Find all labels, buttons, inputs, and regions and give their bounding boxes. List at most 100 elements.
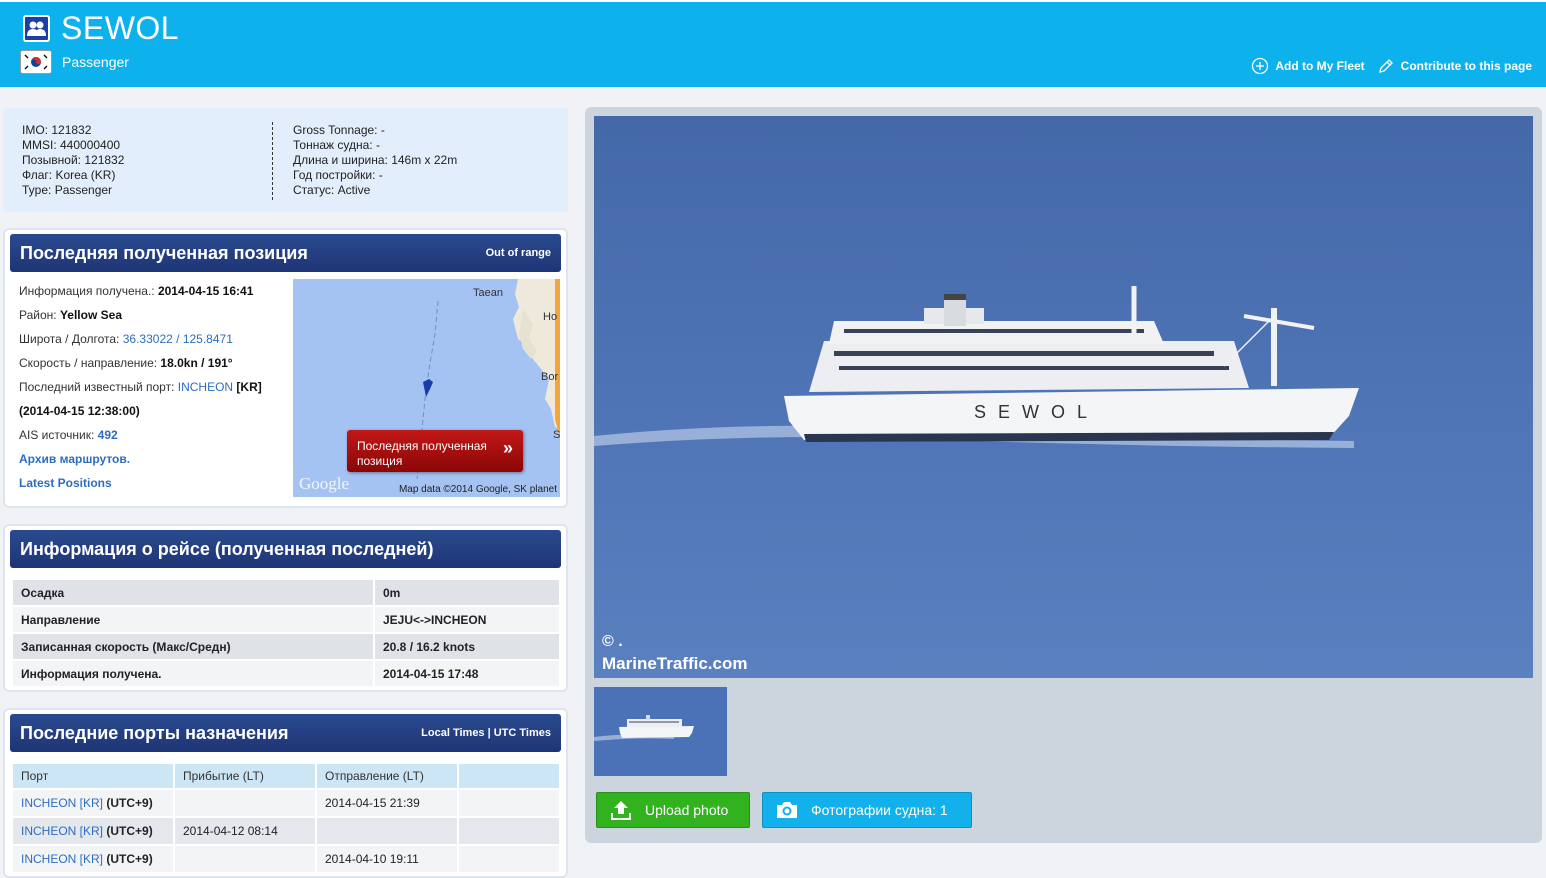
port-cell: INCHEON [KR] (UTC+9) xyxy=(13,790,173,816)
latlon-separator: / xyxy=(172,332,183,346)
speed-row: Скорость / направление: 18.0kn / 191° xyxy=(19,355,262,379)
port-link[interactable]: INCHEON [KR] xyxy=(21,852,103,866)
plus-circle-icon xyxy=(1252,57,1269,75)
voyage-value: 20.8 / 16.2 knots xyxy=(375,634,559,659)
position-map[interactable]: Taean Ho Bor S Последняя полученная пози… xyxy=(293,279,560,497)
row-value: 18.0kn / 191° xyxy=(160,356,233,370)
column-header-arrival: Прибытие (LT) xyxy=(175,764,315,788)
latlon-row: Широта / Долгота: 36.33022 / 125.8471 xyxy=(19,331,262,355)
received-row: Информация получена.: 2014-04-15 16:41 xyxy=(19,283,262,307)
port-link[interactable]: INCHEON [KR] xyxy=(21,796,103,810)
dimensions-row: Длина и ширина: 146m x 22m xyxy=(293,153,457,168)
vessel-photos-label: Фотографии судна: 1 xyxy=(811,802,948,818)
table-row: INCHEON [KR] (UTC+9) 2014-04-12 08:14 xyxy=(13,818,559,844)
table-header-row: Порт Прибытие (LT) Отправление (LT) xyxy=(13,764,559,788)
upload-photo-label: Upload photo xyxy=(645,802,729,818)
arrival-cell: 2014-04-12 08:14 xyxy=(175,818,315,844)
table-row: INCHEON [KR] (UTC+9) 2014-04-15 21:39 xyxy=(13,790,559,816)
vessel-photos-button[interactable]: Фотографии судна: 1 xyxy=(762,792,972,828)
latest-positions-link[interactable]: Latest Positions xyxy=(19,476,112,490)
double-chevron-icon: » xyxy=(502,438,513,458)
panel-title: Информация о рейсе (полученная последней… xyxy=(20,539,434,559)
google-logo: Google xyxy=(299,474,350,493)
vessel-details: IMO: 121832 MMSI: 440000400 Позывной: 12… xyxy=(3,108,568,212)
arrival-cell xyxy=(175,790,315,816)
map-label: Ho xyxy=(543,311,558,323)
photo-thumbnail[interactable] xyxy=(594,687,727,776)
add-to-fleet-button[interactable]: Add to My Fleet xyxy=(1251,57,1365,75)
recent-ports-panel: Последние порты назначения Local Times |… xyxy=(3,708,568,878)
map-label: Taean xyxy=(473,287,503,299)
detail-label: Позывной: xyxy=(22,153,85,167)
flag-row: Флаг: Korea (KR) xyxy=(22,168,124,183)
port-time: (2014-04-15 12:38:00) xyxy=(19,404,140,418)
page-header: SEWOL Passenger Add to My Fleet Contribu… xyxy=(0,0,1546,87)
passenger-type-icon xyxy=(23,15,50,42)
last-port-row: Последний известный порт: INCHEON [KR] xyxy=(19,379,262,403)
main-ship-photo[interactable]: SEWOL © . MarineTraffic.com xyxy=(594,116,1533,678)
contribute-label: Contribute to this page xyxy=(1400,59,1532,73)
details-divider xyxy=(272,122,273,200)
hull-name-text: SEWOL xyxy=(974,402,1099,422)
last-position-map-button[interactable]: Последняя полученная позиция » xyxy=(347,430,523,472)
row-value: Yellow Sea xyxy=(59,308,122,322)
ship-type-label: Passenger xyxy=(62,54,129,70)
panel-header: Последние порты назначения Local Times |… xyxy=(10,714,561,752)
panel-header: Последняя полученная позиция Out of rang… xyxy=(10,234,561,272)
column-header-port: Порт xyxy=(13,764,173,788)
extra-cell xyxy=(459,818,559,844)
position-list: Информация получена.: 2014-04-15 16:41 Р… xyxy=(19,283,262,499)
ais-row: AIS источник: 492 xyxy=(19,427,262,451)
row-label: Район: xyxy=(19,308,60,322)
last-port-link[interactable]: INCHEON xyxy=(178,380,233,394)
row-value: 2014-04-15 16:41 xyxy=(157,284,254,298)
upload-photo-button[interactable]: Upload photo xyxy=(596,792,750,828)
utc-offset: (UTC+9) xyxy=(103,796,153,810)
voyage-value: 0m xyxy=(375,580,559,605)
port-link[interactable]: INCHEON [KR] xyxy=(21,824,103,838)
korea-flag-icon xyxy=(20,50,52,74)
details-left-column: IMO: 121832 MMSI: 440000400 Позывной: 12… xyxy=(22,123,124,198)
route-archive-link[interactable]: Архив маршрутов. xyxy=(19,452,130,466)
detail-value: 121832 xyxy=(84,153,125,167)
photo-copyright: © . xyxy=(602,633,623,650)
utc-offset: (UTC+9) xyxy=(103,824,153,838)
map-credit: Map data ©2014 Google, SK planet xyxy=(398,484,557,495)
arrival-cell xyxy=(175,846,315,872)
detail-value: Active xyxy=(337,183,371,197)
latitude-link[interactable]: 36.33022 xyxy=(123,332,173,346)
contribute-button[interactable]: Contribute to this page xyxy=(1377,57,1532,75)
detail-value: Korea (KR) xyxy=(55,168,116,182)
detail-label: Длина и ширина: xyxy=(293,153,392,167)
map-button-label: Последняя полученная позиция xyxy=(357,439,487,468)
departure-cell: 2014-04-10 19:11 xyxy=(317,846,457,872)
callsign-row: Позывной: 121832 xyxy=(22,153,124,168)
detail-value: Passenger xyxy=(54,183,113,197)
time-mode-toggle[interactable]: Local Times | UTC Times xyxy=(421,727,551,739)
detail-label: MMSI: xyxy=(22,138,60,152)
column-header-extra xyxy=(459,764,559,788)
header-actions: Add to My Fleet Contribute to this page xyxy=(1251,57,1532,75)
type-row: Type: Passenger xyxy=(22,183,124,198)
detail-label: Флаг: xyxy=(22,168,56,182)
table-row: Информация получена. 2014-04-15 17:48 xyxy=(13,661,559,686)
port-cell: INCHEON [KR] (UTC+9) xyxy=(13,846,173,872)
detail-label: Gross Tonnage: xyxy=(293,123,381,137)
details-right-column: Gross Tonnage: - Тоннаж судна: - Длина и… xyxy=(293,123,457,198)
panel-title: Последние порты назначения xyxy=(20,723,289,743)
row-label: Информация получена.: xyxy=(19,284,158,298)
upload-icon xyxy=(597,799,645,821)
ais-source-link[interactable]: 492 xyxy=(98,428,118,442)
table-row: Записанная скорость (Макс/Средн) 20.8 / 1… xyxy=(13,634,559,659)
table-row: Направление JEJU<->INCHEON xyxy=(13,607,559,632)
photo-watermark: MarineTraffic.com xyxy=(602,654,748,673)
last-position-panel: Последняя полученная позиция Out of rang… xyxy=(3,228,568,508)
voyage-key: Осадка xyxy=(13,580,373,605)
row-label: Широта / Долгота: xyxy=(19,332,123,346)
camera-icon xyxy=(763,800,811,820)
longitude-link[interactable]: 125.8471 xyxy=(183,332,233,346)
table-row: INCHEON [KR] (UTC+9) 2014-04-10 19:11 xyxy=(13,846,559,872)
row-label: Последний известный порт: xyxy=(19,380,178,394)
voyage-key: Направление xyxy=(13,607,373,632)
ports-table: Порт Прибытие (LT) Отправление (LT) INCH… xyxy=(11,762,561,874)
